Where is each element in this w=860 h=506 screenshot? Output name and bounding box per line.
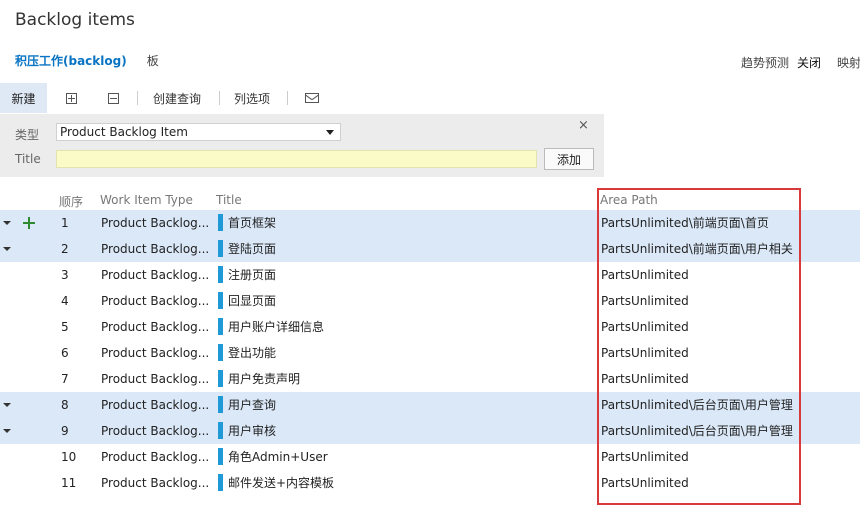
work-item-type-bar	[218, 318, 223, 335]
expand-row-icon[interactable]	[3, 221, 11, 225]
expand-all-icon	[66, 92, 77, 104]
column-header-order[interactable]: 顺序	[59, 193, 83, 210]
collapse-all-icon	[108, 92, 119, 104]
row-order: 5	[61, 320, 69, 334]
work-item-type-bar	[218, 370, 223, 387]
row-title-link[interactable]: 用户账户详细信息	[228, 314, 324, 340]
forecast-label: 趋势预测	[741, 56, 790, 70]
email-icon	[305, 93, 319, 103]
row-order: 6	[61, 346, 69, 360]
mapping-toggle[interactable]: 映射	[837, 54, 860, 71]
backlog-tabs: 积压工作(backlog) 板	[15, 52, 159, 69]
row-title-link[interactable]: 登陆页面	[228, 236, 276, 262]
expand-row-icon[interactable]	[3, 403, 11, 407]
work-item-type-bar	[218, 214, 223, 231]
toolbar-divider	[219, 91, 220, 105]
row-work-item-type: Product Backlog...	[101, 476, 210, 490]
row-work-item-type: Product Backlog...	[101, 346, 210, 360]
title-input[interactable]	[56, 150, 537, 168]
row-order: 9	[61, 424, 69, 438]
add-button[interactable]: 添加	[544, 148, 594, 170]
type-select-value: Product Backlog Item	[60, 125, 188, 139]
add-item-panel: 类型 Product Backlog Item × Title 添加	[0, 114, 604, 177]
row-work-item-type: Product Backlog...	[101, 216, 210, 230]
row-title-link[interactable]: 用户查询	[228, 392, 276, 418]
row-work-item-type: Product Backlog...	[101, 398, 210, 412]
work-item-type-bar	[218, 474, 223, 491]
area-path-highlight	[597, 188, 801, 505]
row-work-item-type: Product Backlog...	[101, 294, 210, 308]
type-select[interactable]: Product Backlog Item	[56, 123, 341, 141]
title-label: Title	[15, 152, 41, 166]
row-title-link[interactable]: 邮件发送+内容模板	[228, 470, 334, 496]
row-order: 4	[61, 294, 69, 308]
page-title: Backlog items	[15, 10, 135, 30]
work-item-type-bar	[218, 240, 223, 257]
expand-all-button[interactable]	[66, 83, 77, 113]
work-item-type-bar	[218, 396, 223, 413]
work-item-type-bar	[218, 448, 223, 465]
toolbar-divider	[137, 91, 138, 105]
chevron-down-icon	[326, 130, 334, 135]
row-title-link[interactable]: 用户审核	[228, 418, 276, 444]
row-order: 11	[61, 476, 77, 490]
work-item-type-bar	[218, 344, 223, 361]
column-header-title[interactable]: Title	[216, 193, 242, 207]
work-item-type-bar	[218, 292, 223, 309]
column-options-button[interactable]: 列选项	[234, 83, 270, 113]
row-work-item-type: Product Backlog...	[101, 424, 210, 438]
row-title-link[interactable]: 首页框架	[228, 210, 276, 236]
close-icon[interactable]: ×	[578, 118, 589, 133]
row-order: 3	[61, 268, 69, 282]
row-title-link[interactable]: 回显页面	[228, 288, 276, 314]
collapse-all-button[interactable]	[108, 83, 119, 113]
create-query-button[interactable]: 创建查询	[153, 83, 201, 113]
row-order: 7	[61, 372, 69, 386]
row-order: 1	[61, 216, 69, 230]
email-button[interactable]	[305, 83, 319, 113]
row-work-item-type: Product Backlog...	[101, 320, 210, 334]
row-title-link[interactable]: 角色Admin+User	[228, 444, 328, 470]
row-title-link[interactable]: 登出功能	[228, 340, 276, 366]
column-header-type[interactable]: Work Item Type	[100, 193, 193, 207]
expand-row-icon[interactable]	[3, 429, 11, 433]
type-label: 类型	[15, 128, 40, 142]
row-work-item-type: Product Backlog...	[101, 268, 210, 282]
work-item-type-bar	[218, 266, 223, 283]
row-title-link[interactable]: 注册页面	[228, 262, 276, 288]
expand-row-icon[interactable]	[3, 247, 11, 251]
row-work-item-type: Product Backlog...	[101, 242, 210, 256]
toolbar: 新建 创建查询 列选项	[0, 83, 860, 113]
tab-board[interactable]: 板	[147, 52, 159, 69]
new-button[interactable]: 新建	[0, 83, 47, 113]
row-title-link[interactable]: 用户免责声明	[228, 366, 300, 392]
work-item-type-bar	[218, 422, 223, 439]
row-order: 8	[61, 398, 69, 412]
toolbar-divider	[287, 91, 288, 105]
add-child-icon[interactable]	[23, 217, 35, 229]
row-order: 10	[61, 450, 77, 464]
forecast-toggle[interactable]: 关闭	[797, 54, 821, 71]
row-work-item-type: Product Backlog...	[101, 450, 210, 464]
tab-backlog[interactable]: 积压工作(backlog)	[15, 52, 127, 69]
view-options: 趋势预测 关闭 映射	[741, 54, 860, 71]
row-order: 2	[61, 242, 69, 256]
row-work-item-type: Product Backlog...	[101, 372, 210, 386]
